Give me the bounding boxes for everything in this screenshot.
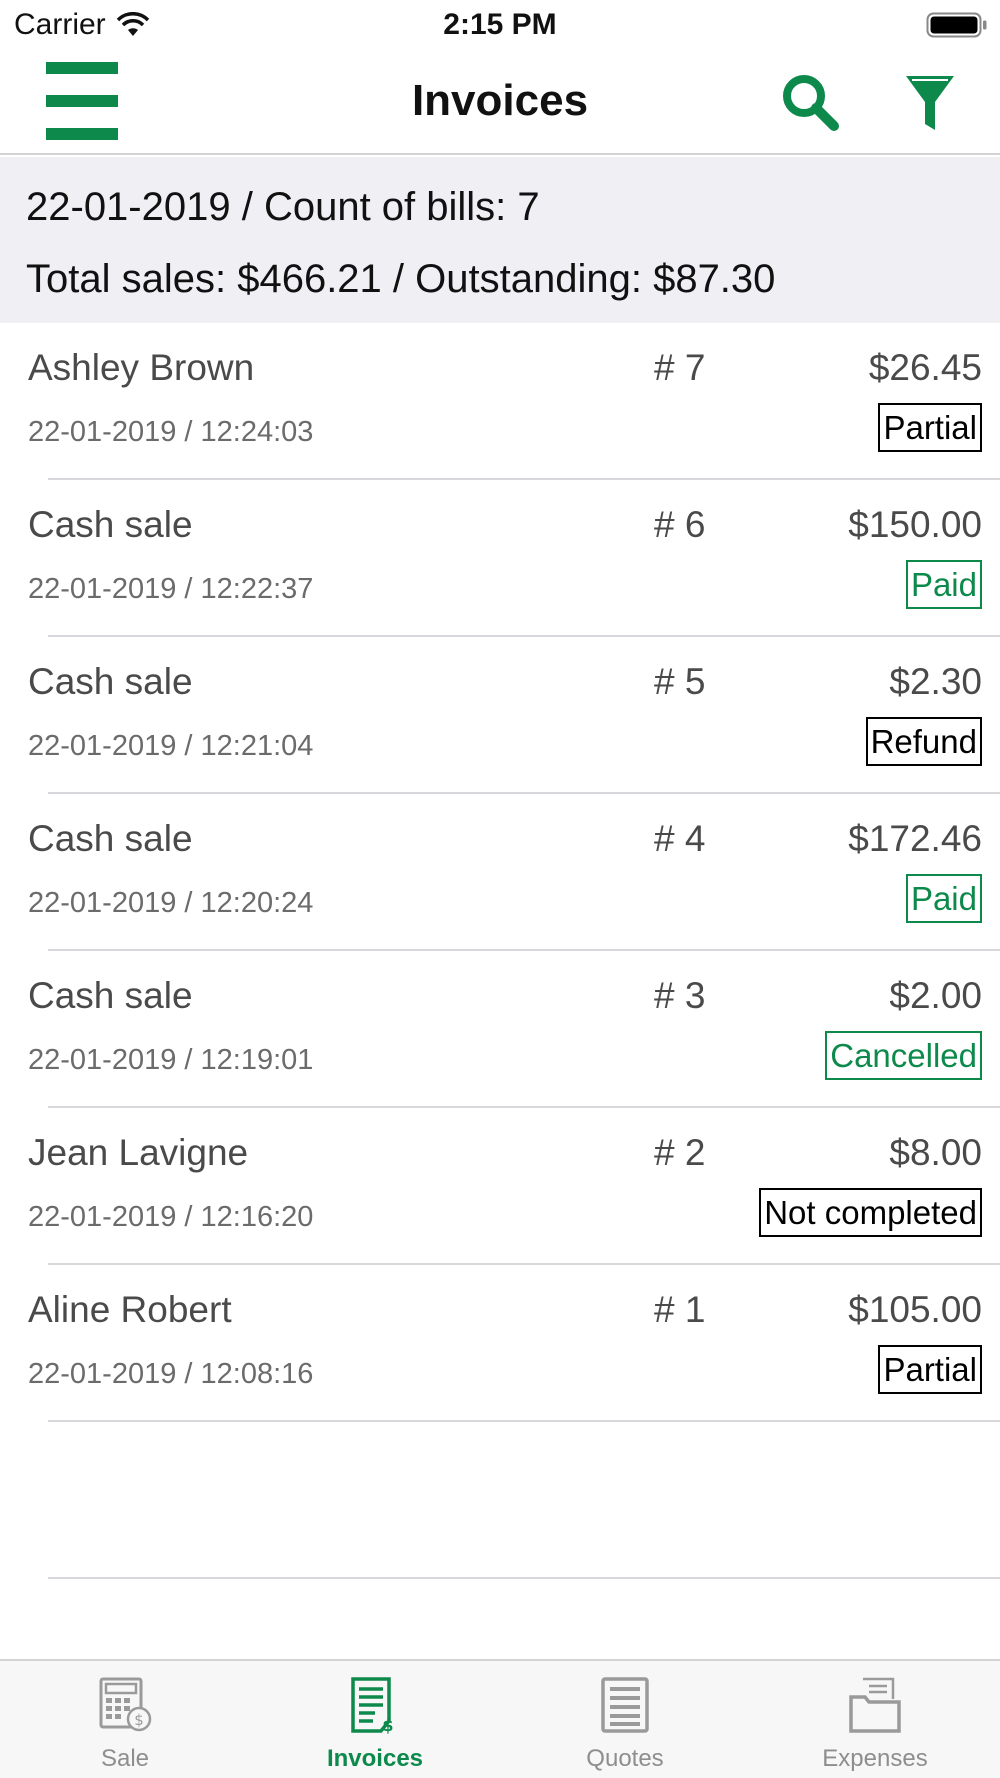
invoice-row[interactable]: Aline Robert 22-01-2019 / 12:08:16 # 1 $… bbox=[0, 1265, 1000, 1422]
invoice-customer: Aline Robert bbox=[28, 1289, 232, 1330]
invoice-datetime: 22-01-2019 / 12:20:24 bbox=[28, 887, 314, 919]
tab-label-expenses: Expenses bbox=[822, 1745, 928, 1772]
invoice-number: # 1 bbox=[654, 1289, 706, 1330]
svg-text:$: $ bbox=[134, 1711, 144, 1729]
svg-text:$: $ bbox=[382, 1716, 393, 1735]
navigation-bar: Invoices bbox=[0, 50, 1000, 155]
status-badge: Cancelled bbox=[825, 1031, 982, 1080]
invoice-customer: Jean Lavigne bbox=[28, 1132, 249, 1173]
invoice-row[interactable]: Cash sale 22-01-2019 / 12:22:37 # 6 $150… bbox=[0, 480, 1000, 637]
invoice-number: # 4 bbox=[654, 818, 706, 859]
invoice-icon: $ bbox=[351, 1677, 394, 1735]
expenses-folder-icon bbox=[849, 1677, 901, 1733]
invoice-amount: $150.00 bbox=[848, 504, 982, 545]
tab-expenses[interactable]: Expenses bbox=[750, 1661, 1000, 1778]
quote-icon bbox=[601, 1677, 649, 1733]
calculator-icon: $ bbox=[99, 1677, 152, 1732]
summary-date-count: 22-01-2019 / Count of bills: 7 bbox=[26, 185, 540, 229]
invoice-row[interactable]: Ashley Brown 22-01-2019 / 12:24:03 # 7 $… bbox=[0, 323, 1000, 480]
invoice-datetime: 22-01-2019 / 12:08:16 bbox=[28, 1358, 314, 1390]
invoice-row[interactable]: Cash sale 22-01-2019 / 12:21:04 # 5 $2.3… bbox=[0, 637, 1000, 794]
invoice-customer: Cash sale bbox=[28, 661, 193, 702]
invoice-customer: Cash sale bbox=[28, 975, 193, 1016]
status-time: 2:15 PM bbox=[443, 8, 557, 41]
invoice-datetime: 22-01-2019 / 12:22:37 bbox=[28, 573, 314, 605]
invoice-datetime: 22-01-2019 / 12:24:03 bbox=[28, 416, 314, 448]
invoice-amount: $2.00 bbox=[889, 975, 982, 1016]
status-badge: Not completed bbox=[759, 1188, 982, 1237]
invoice-datetime: 22-01-2019 / 12:19:01 bbox=[28, 1044, 314, 1076]
invoice-datetime: 22-01-2019 / 12:21:04 bbox=[28, 730, 314, 762]
status-bar: Carrier 2:15 PM bbox=[0, 0, 1000, 50]
invoice-summary: 22-01-2019 / Count of bills: 7 Total sal… bbox=[0, 157, 1000, 323]
invoice-row[interactable]: Cash sale 22-01-2019 / 12:20:24 # 4 $172… bbox=[0, 794, 1000, 951]
status-badge: Paid bbox=[905, 874, 982, 923]
tab-invoices[interactable]: $ Invoices bbox=[250, 1661, 500, 1778]
invoice-number: # 7 bbox=[654, 347, 706, 388]
invoice-customer: Ashley Brown bbox=[28, 347, 255, 388]
battery-icon bbox=[926, 12, 987, 38]
search-icon[interactable] bbox=[780, 72, 840, 132]
page-title: Invoices bbox=[411, 76, 589, 125]
empty-list-row bbox=[0, 1422, 1000, 1579]
invoice-row[interactable]: Cash sale 22-01-2019 / 12:19:01 # 3 $2.0… bbox=[0, 951, 1000, 1108]
filter-icon[interactable] bbox=[904, 72, 956, 134]
invoice-list: Ashley Brown 22-01-2019 / 12:24:03 # 7 $… bbox=[0, 323, 1000, 1579]
invoice-number: # 3 bbox=[654, 975, 706, 1016]
invoice-number: # 5 bbox=[654, 661, 706, 702]
invoice-number: # 6 bbox=[654, 504, 706, 545]
tab-bar: $ Sale $ Invoices Quotes Expenses bbox=[0, 1659, 1000, 1778]
invoice-amount: $26.45 bbox=[868, 347, 982, 388]
invoice-customer: Cash sale bbox=[28, 504, 193, 545]
summary-totals: Total sales: $466.21 / Outstanding: $87.… bbox=[26, 257, 776, 301]
invoice-customer: Cash sale bbox=[28, 818, 193, 859]
status-badge: Partial bbox=[878, 1345, 982, 1394]
invoice-number: # 2 bbox=[654, 1132, 706, 1173]
tab-quotes[interactable]: Quotes bbox=[500, 1661, 750, 1778]
invoice-datetime: 22-01-2019 / 12:16:20 bbox=[28, 1201, 314, 1233]
invoice-amount: $8.00 bbox=[889, 1132, 982, 1173]
invoice-amount: $105.00 bbox=[848, 1289, 982, 1330]
tab-label-quotes: Quotes bbox=[586, 1745, 664, 1772]
tab-label-sale: Sale bbox=[100, 1745, 150, 1772]
status-badge: Refund bbox=[865, 717, 982, 766]
status-badge: Paid bbox=[905, 560, 982, 609]
status-badge: Partial bbox=[878, 403, 982, 452]
invoice-row[interactable]: Jean Lavigne 22-01-2019 / 12:16:20 # 2 $… bbox=[0, 1108, 1000, 1265]
invoice-amount: $2.30 bbox=[889, 661, 982, 702]
tab-sale[interactable]: $ Sale bbox=[0, 1661, 250, 1778]
invoice-amount: $172.46 bbox=[848, 818, 982, 859]
tab-label-invoices: Invoices bbox=[326, 1745, 424, 1772]
